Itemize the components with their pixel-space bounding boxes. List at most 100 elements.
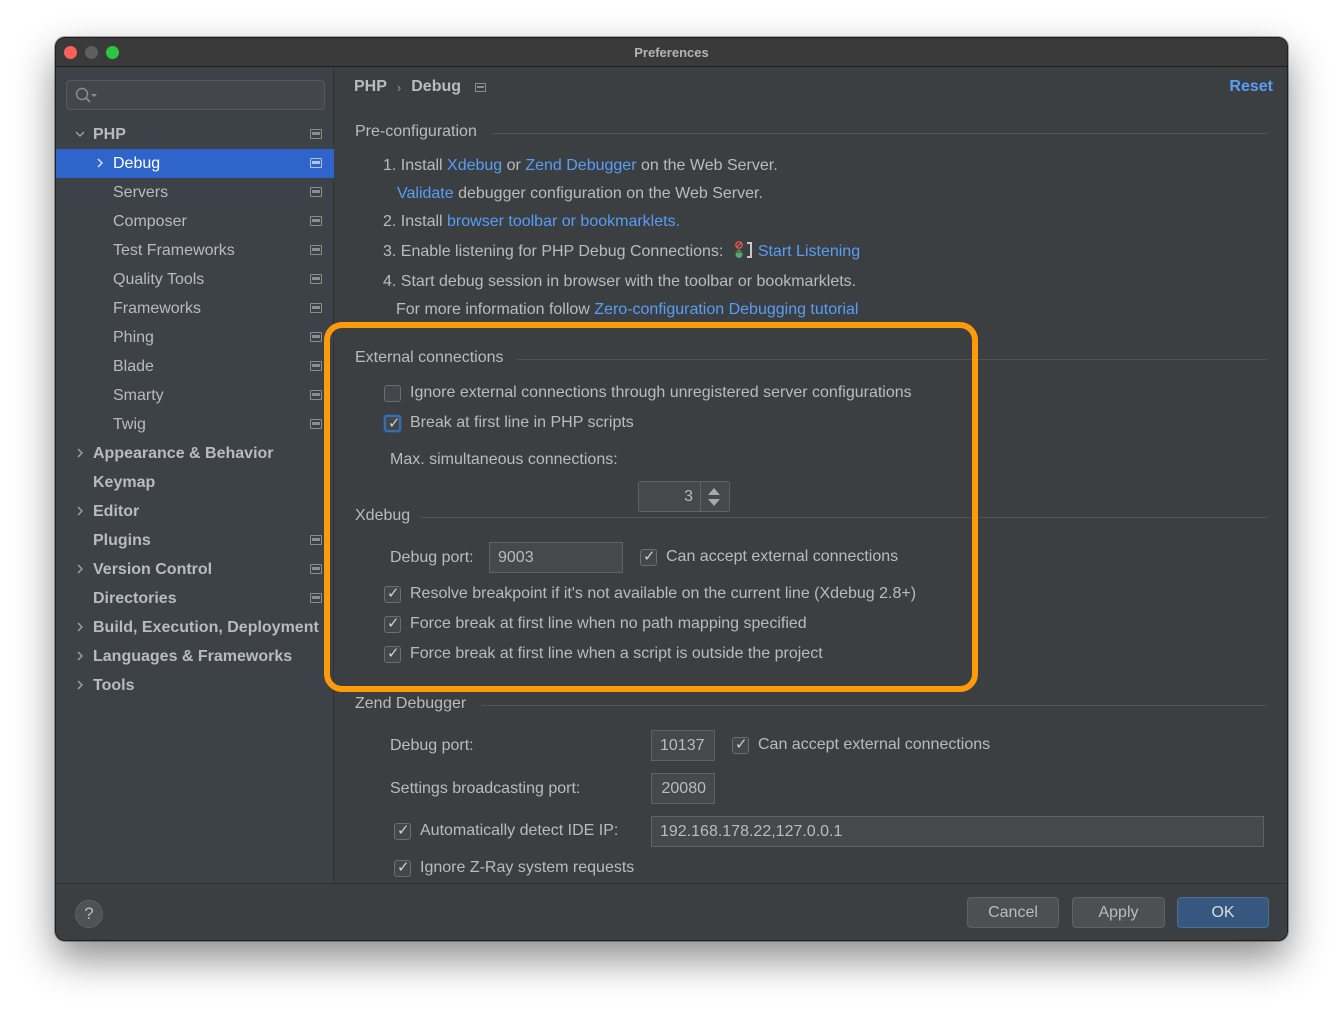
sidebar-item-label: Twig — [113, 415, 146, 433]
project-level-icon — [310, 332, 322, 342]
preconfig-divider — [492, 133, 1267, 134]
sidebar-item-build-execution-deployment[interactable]: Build, Execution, Deployment — [56, 613, 334, 642]
external-section-title: External connections — [355, 349, 504, 366]
sidebar-item-php[interactable]: PHP — [56, 120, 334, 149]
sidebar-item-quality-tools[interactable]: Quality Tools — [56, 265, 334, 294]
broadcast-port-input[interactable]: 20080 — [651, 773, 715, 804]
sidebar-item-directories[interactable]: Directories — [56, 584, 334, 613]
chevron-right-icon[interactable] — [74, 563, 86, 575]
ok-button[interactable]: OK — [1177, 897, 1269, 928]
sidebar-item-label: Version Control — [93, 560, 213, 578]
sidebar-item-label: Blade — [113, 357, 154, 375]
preconfig-step3: 3. Enable listening for PHP Debug Connec… — [383, 241, 860, 261]
zend-accept-label: Can accept external connections — [758, 736, 991, 753]
checkbox-box[interactable] — [384, 614, 401, 633]
force-break-outside-label: Force break at first line when a script … — [410, 645, 823, 662]
spinner-up-icon[interactable] — [708, 488, 720, 495]
zend-port-input[interactable]: 10137 — [651, 730, 715, 761]
sidebar-item-label: Frameworks — [113, 299, 202, 317]
checkbox-box[interactable] — [394, 821, 411, 840]
checkbox-box[interactable] — [384, 644, 401, 663]
sidebar-item-debug[interactable]: Debug — [56, 149, 334, 178]
auto-detect-ip-label: Automatically detect IDE IP: — [420, 822, 619, 839]
spinner-down-icon[interactable] — [708, 499, 720, 506]
xdebug-divider — [421, 517, 1267, 518]
sidebar-item-blade[interactable]: Blade — [56, 352, 334, 381]
chevron-right-icon[interactable] — [74, 621, 86, 633]
checkbox-box[interactable] — [640, 547, 657, 566]
checkbox-box[interactable] — [384, 584, 401, 603]
spinner-divider — [700, 482, 701, 511]
chevron-right-icon[interactable] — [74, 447, 86, 459]
breadcrumb-php: PHP — [354, 78, 387, 95]
sidebar-item-appearance-behavior[interactable]: Appearance & Behavior — [56, 439, 334, 468]
sidebar-item-editor[interactable]: Editor — [56, 497, 334, 526]
start-listening-icon[interactable] — [734, 241, 754, 259]
checkbox-box[interactable] — [394, 858, 411, 877]
sidebar-item-version-control[interactable]: Version Control — [56, 555, 334, 584]
project-level-icon — [310, 535, 322, 545]
dialog-footer: ? Cancel Apply OK — [56, 883, 1287, 940]
sidebar-item-label: Build, Execution, Deployment — [93, 618, 319, 636]
sidebar-item-smarty[interactable]: Smarty — [56, 381, 334, 410]
project-level-icon — [310, 158, 322, 168]
xdebug-accept-external-checkbox[interactable]: Can accept external connections — [640, 547, 898, 566]
chevron-right-icon[interactable] — [74, 505, 86, 517]
validate-link[interactable]: Validate — [397, 185, 454, 202]
project-level-icon — [310, 129, 322, 139]
sidebar-item-keymap[interactable]: Keymap — [56, 468, 334, 497]
zero-config-tutorial-link[interactable]: Zero-configuration Debugging tutorial — [594, 301, 858, 318]
minimize-window-button[interactable] — [85, 46, 98, 59]
reset-link[interactable]: Reset — [1229, 78, 1273, 96]
help-button[interactable]: ? — [75, 900, 103, 928]
break-first-line-checkbox[interactable]: Break at first line in PHP scripts — [384, 414, 634, 432]
ignore-zray-checkbox[interactable]: Ignore Z-Ray system requests — [394, 858, 634, 877]
broadcast-port-label: Settings broadcasting port: — [390, 780, 581, 797]
chevron-right-icon[interactable] — [94, 157, 106, 169]
chevron-down-icon[interactable] — [74, 128, 86, 140]
checkbox-box[interactable] — [384, 414, 401, 432]
search-icon — [75, 87, 97, 103]
force-break-no-mapping-checkbox[interactable]: Force break at first line when no path m… — [384, 614, 807, 633]
xdebug-link[interactable]: Xdebug — [447, 157, 502, 174]
zend-section-title: Zend Debugger — [355, 695, 467, 712]
xdebug-section-title: Xdebug — [355, 507, 411, 524]
ide-ip-input[interactable]: 192.168.178.22,127.0.0.1 — [651, 816, 1264, 847]
sidebar-item-label: Directories — [93, 589, 177, 607]
settings-search-input[interactable] — [66, 80, 325, 110]
maximize-window-button[interactable] — [106, 46, 119, 59]
max-connections-spinner[interactable]: 3 — [638, 481, 730, 512]
sidebar-item-plugins[interactable]: Plugins — [56, 526, 334, 555]
sidebar-item-servers[interactable]: Servers — [56, 178, 334, 207]
ignore-external-label: Ignore external connections through unre… — [410, 384, 912, 401]
chevron-right-icon[interactable] — [74, 679, 86, 691]
max-connections-value[interactable]: 3 — [684, 488, 693, 506]
cancel-button[interactable]: Cancel — [967, 897, 1059, 928]
sidebar-item-label: Languages & Frameworks — [93, 647, 293, 665]
title-bar: Preferences — [56, 38, 1287, 67]
sidebar-item-test-frameworks[interactable]: Test Frameworks — [56, 236, 334, 265]
browser-toolbar-link[interactable]: browser toolbar or bookmarklets. — [447, 213, 680, 230]
close-window-button[interactable] — [64, 46, 77, 59]
chevron-right-icon[interactable] — [74, 650, 86, 662]
sidebar-item-frameworks[interactable]: Frameworks — [56, 294, 334, 323]
ignore-external-connections-checkbox[interactable]: Ignore external connections through unre… — [384, 384, 912, 402]
zend-accept-external-checkbox[interactable]: Can accept external connections — [732, 735, 991, 754]
start-listening-link[interactable]: Start Listening — [758, 243, 860, 260]
auto-detect-ip-checkbox[interactable]: Automatically detect IDE IP: — [394, 821, 619, 840]
checkbox-box[interactable] — [732, 735, 749, 754]
resolve-breakpoint-checkbox[interactable]: Resolve breakpoint if it's not available… — [384, 584, 916, 603]
sidebar-item-composer[interactable]: Composer — [56, 207, 334, 236]
xdebug-port-input[interactable]: 9003 — [489, 542, 623, 573]
breadcrumb: PHP › Debug — [354, 78, 487, 96]
sidebar-item-tools[interactable]: Tools — [56, 671, 334, 700]
zend-debugger-link[interactable]: Zend Debugger — [525, 157, 636, 174]
apply-button[interactable]: Apply — [1072, 897, 1165, 928]
checkbox-box[interactable] — [384, 384, 401, 402]
force-break-outside-project-checkbox[interactable]: Force break at first line when a script … — [384, 644, 823, 663]
sidebar-item-phing[interactable]: Phing — [56, 323, 334, 352]
sidebar-item-languages-frameworks[interactable]: Languages & Frameworks — [56, 642, 334, 671]
sidebar-item-twig[interactable]: Twig — [56, 410, 334, 439]
project-level-icon — [475, 82, 487, 92]
zend-divider — [481, 705, 1267, 706]
